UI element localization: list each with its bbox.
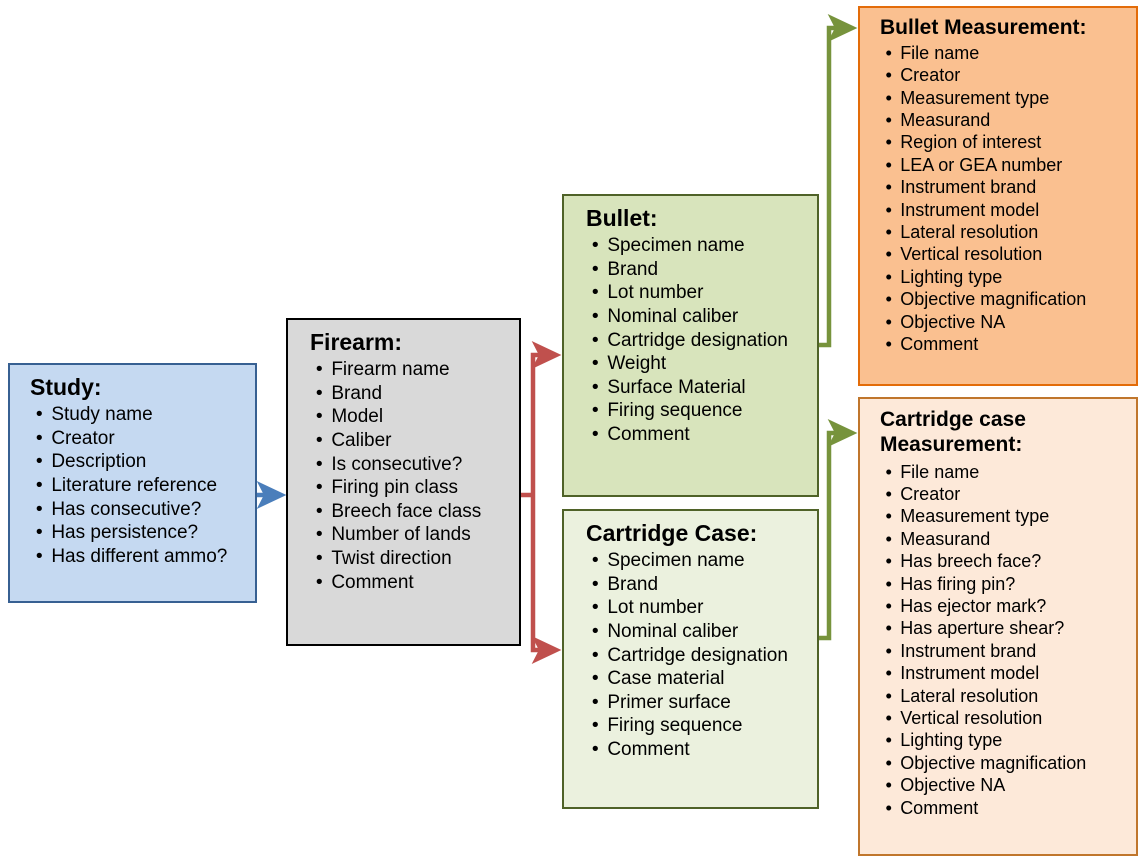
cc-measurement-field: Lateral resolution: [880, 685, 1136, 707]
study-field-list: Study name Creator Description Literatur…: [30, 403, 255, 568]
bullet-title: Bullet:: [586, 205, 658, 231]
cartridge-case-title: Cartridge Case:: [586, 520, 758, 546]
bullet-field: Lot number: [586, 281, 817, 305]
entity-box-bullet[interactable]: Bullet: Specimen name Brand Lot number N…: [562, 194, 819, 497]
study-field: Description: [30, 450, 255, 474]
cc-measurement-title: Cartridge case Measurement:: [880, 408, 1026, 456]
bullet-field: Firing sequence: [586, 399, 817, 423]
bullet-measurement-field: Measurement type: [880, 87, 1136, 109]
firearm-title: Firearm:: [310, 329, 403, 355]
firearm-field: Firearm name: [310, 358, 519, 382]
bullet-measurement-field: Instrument brand: [880, 176, 1136, 198]
cartridge-case-field: Nominal caliber: [586, 620, 817, 644]
firearm-field: Twist direction: [310, 547, 519, 571]
bullet-field: Weight: [586, 352, 817, 376]
study-field: Literature reference: [30, 474, 255, 498]
bullet-measurement-field: Creator: [880, 64, 1136, 86]
bullet-measurement-field: Comment: [880, 333, 1136, 355]
entity-box-firearm[interactable]: Firearm: Firearm name Brand Model Calibe…: [286, 318, 521, 646]
cc-measurement-field: File name: [880, 461, 1136, 483]
cartridge-case-field: Cartridge designation: [586, 644, 817, 668]
bullet-field: Surface Material: [586, 376, 817, 400]
cc-measurement-field: Has aperture shear?: [880, 617, 1136, 639]
cc-measurement-field: Has ejector mark?: [880, 595, 1136, 617]
cartridge-case-field: Primer surface: [586, 691, 817, 715]
firearm-field: Is consecutive?: [310, 453, 519, 477]
cartridge-case-field: Comment: [586, 738, 817, 762]
cc-measurement-field: Objective magnification: [880, 752, 1136, 774]
cc-measurement-field: Measurand: [880, 528, 1136, 550]
diagram-canvas: Study: Study name Creator Description Li…: [0, 0, 1147, 868]
cc-measurement-field: Has firing pin?: [880, 573, 1136, 595]
cartridge-case-field: Lot number: [586, 596, 817, 620]
entity-box-study[interactable]: Study: Study name Creator Description Li…: [8, 363, 257, 603]
firearm-field: Breech face class: [310, 500, 519, 524]
cartridge-case-field: Firing sequence: [586, 714, 817, 738]
entity-box-bullet-measurement[interactable]: Bullet Measurement: File name Creator Me…: [858, 6, 1138, 386]
firearm-field: Model: [310, 405, 519, 429]
study-field: Study name: [30, 403, 255, 427]
bullet-measurement-field: Measurand: [880, 109, 1136, 131]
bullet-field: Brand: [586, 258, 817, 282]
study-field: Has consecutive?: [30, 498, 255, 522]
bullet-measurement-field: Lateral resolution: [880, 221, 1136, 243]
bullet-measurement-field: Objective magnification: [880, 288, 1136, 310]
entity-box-cartridge-case-measurement[interactable]: Cartridge case Measurement: File name Cr…: [858, 397, 1138, 856]
cc-measurement-field: Comment: [880, 797, 1136, 819]
cc-measurement-field: Vertical resolution: [880, 707, 1136, 729]
firearm-field: Caliber: [310, 429, 519, 453]
study-field: Creator: [30, 427, 255, 451]
cc-measurement-field: Instrument model: [880, 662, 1136, 684]
bullet-measurement-title: Bullet Measurement:: [880, 16, 1087, 39]
bullet-measurement-field: Instrument model: [880, 199, 1136, 221]
firearm-field-list: Firearm name Brand Model Caliber Is cons…: [310, 358, 519, 594]
cartridge-case-field-list: Specimen name Brand Lot number Nominal c…: [586, 549, 817, 761]
bullet-measurement-field: Vertical resolution: [880, 243, 1136, 265]
study-field: Has persistence?: [30, 521, 255, 545]
cartridge-case-field: Case material: [586, 667, 817, 691]
firearm-field: Brand: [310, 382, 519, 406]
cc-measurement-field: Instrument brand: [880, 640, 1136, 662]
bullet-field-list: Specimen name Brand Lot number Nominal c…: [586, 234, 817, 446]
study-title: Study:: [30, 374, 102, 400]
cc-measurement-field: Has breech face?: [880, 550, 1136, 572]
bullet-field: Cartridge designation: [586, 329, 817, 353]
cc-measurement-field: Objective NA: [880, 774, 1136, 796]
bullet-measurement-field: LEA or GEA number: [880, 154, 1136, 176]
cartridge-case-field: Brand: [586, 573, 817, 597]
bullet-measurement-field: Lighting type: [880, 266, 1136, 288]
bullet-field: Comment: [586, 423, 817, 447]
cc-measurement-field: Lighting type: [880, 729, 1136, 751]
bullet-measurement-field: Region of interest: [880, 131, 1136, 153]
study-field: Has different ammo?: [30, 545, 255, 569]
cc-measurement-field: Creator: [880, 483, 1136, 505]
bullet-measurement-field: Objective NA: [880, 311, 1136, 333]
bullet-field: Specimen name: [586, 234, 817, 258]
cc-measurement-field: Measurement type: [880, 505, 1136, 527]
cc-measurement-field-list: File name Creator Measurement type Measu…: [880, 461, 1136, 820]
firearm-field: Number of lands: [310, 523, 519, 547]
bullet-field: Nominal caliber: [586, 305, 817, 329]
bullet-measurement-field: File name: [880, 42, 1136, 64]
bullet-measurement-field-list: File name Creator Measurement type Measu…: [880, 42, 1136, 356]
entity-box-cartridge-case[interactable]: Cartridge Case: Specimen name Brand Lot …: [562, 509, 819, 809]
firearm-field: Comment: [310, 571, 519, 595]
cartridge-case-field: Specimen name: [586, 549, 817, 573]
firearm-field: Firing pin class: [310, 476, 519, 500]
